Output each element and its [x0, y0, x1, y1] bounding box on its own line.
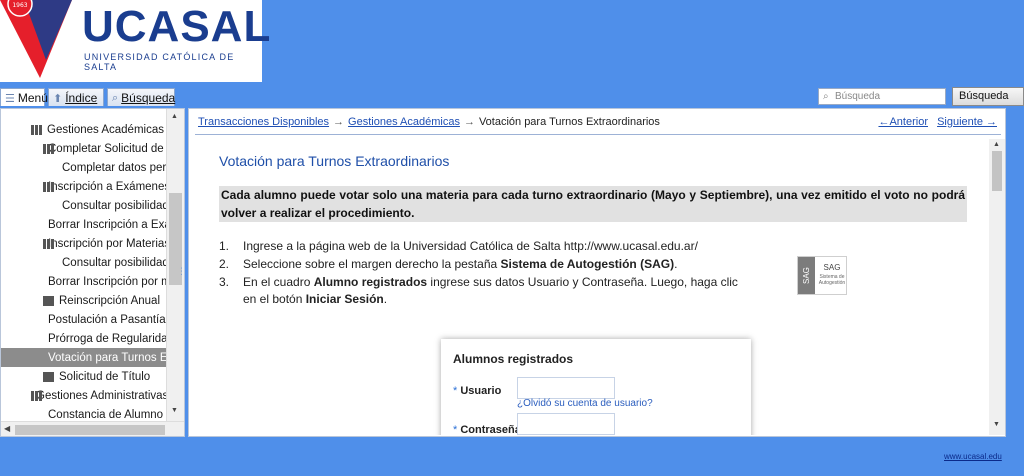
logo-name: UCASAL [82, 2, 272, 51]
sag-title: SAG [823, 263, 841, 272]
tree-item-label: Consultar posibilidade [62, 256, 176, 269]
tree-item[interactable]: Borrar Inscripción por ma [43, 272, 177, 291]
login-box-screenshot: Alumnos registrados * Usuario ¿Olvidó su… [441, 339, 751, 435]
tree-item-label: Consultar posibilidade [62, 199, 176, 212]
page-title: Votación para Turnos Extraordinarios [219, 153, 450, 169]
tree-item-label: Borrar Inscripción a Exár [48, 218, 175, 231]
tree-item-label: Gestiones Académicas [47, 123, 164, 136]
book-icon [43, 371, 54, 382]
tree-item[interactable]: Consultar posibilidade [57, 253, 175, 272]
book-icon [43, 295, 54, 306]
header: 1963 UCASAL UNIVERSIDAD CATÓLICA DE SALT… [0, 0, 1024, 86]
list-item: 2. Seleccione sobre el margen derecho la… [219, 257, 678, 271]
page-navigation: ←Anterior Siguiente → [872, 116, 997, 128]
logo-subtitle: UNIVERSIDAD CATÓLICA DE SALTA [84, 52, 235, 72]
tab-index[interactable]: ⬆ Índice [48, 88, 104, 106]
tree-item-label: Postulación a Pasantías [48, 313, 172, 326]
sag-subtitle: Sistema de Autogestión [818, 274, 846, 286]
scroll-down-icon[interactable]: ▼ [993, 421, 1000, 428]
tab-menu-label: Menú [17, 91, 48, 105]
login-title: Alumnos registrados [453, 352, 574, 366]
sag-logo: SAG SAG Sistema de Autogestión [797, 256, 847, 295]
list-item: 1. Ingrese a la página web de la Univers… [219, 239, 698, 253]
forgot-user-link[interactable]: ¿Olvidó su cuenta de usuario? [517, 398, 653, 409]
password-field[interactable] [517, 413, 615, 435]
tree-item[interactable]: Postulación a Pasantías [43, 310, 171, 329]
required-mark: * [453, 424, 458, 435]
breadcrumb-link-gestiones[interactable]: Gestiones Académicas [348, 116, 460, 128]
user-field[interactable] [517, 377, 615, 399]
menu-icon: ☰ [5, 92, 15, 105]
list-item: 3. En el cuadro Alumno registrados ingre… [219, 275, 738, 306]
tree-item[interactable]: Solicitud de Título [43, 367, 166, 386]
tree-item[interactable]: Consultar posibilidade [57, 196, 175, 215]
content-panel: Transacciones Disponibles → Gestiones Acad… [188, 108, 1006, 437]
divider [195, 134, 1001, 135]
tree-item[interactable]: Borrar Inscripción a Exár [43, 215, 175, 234]
books-icon [31, 124, 42, 135]
tab-menu[interactable]: ☰ Menú [0, 88, 48, 106]
tree-item-label: Constancia de Alumno R [48, 408, 175, 421]
tree-item-label: Reinscripción Anual [59, 294, 161, 307]
content-vertical-scrollbar[interactable]: ▲ ▼ [989, 139, 1005, 435]
breadcrumb-link-transacciones[interactable]: Transacciones Disponibles [198, 116, 329, 128]
tree-item-label: Solicitud de Título [59, 370, 151, 383]
notice-box: Cada alumno puede votar solo una materia… [219, 186, 967, 222]
user-label: * Usuario [453, 385, 502, 397]
next-link[interactable]: Siguiente → [937, 116, 997, 128]
navigation-tree: Gestiones Académicas Completar Solicitud … [0, 108, 185, 437]
ucasal-v-icon: 1963 [0, 0, 72, 78]
steps-list: 1. Ingrese a la página web de la Univers… [219, 238, 779, 309]
tree-item-label: Borrar Inscripción por ma [48, 275, 178, 288]
tree-item-label: Completar Solicitud de Ir [48, 142, 174, 155]
tree-vertical-scrollbar[interactable]: ▲ ▼ [166, 109, 184, 421]
breadcrumb-arrow-icon: → [333, 116, 345, 128]
logo[interactable]: 1963 UCASAL UNIVERSIDAD CATÓLICA DE SALT… [0, 0, 270, 82]
footer-link[interactable]: www.ucasal.edu [944, 452, 1002, 461]
sag-abbr: SAG [798, 257, 815, 294]
breadcrumb-current: Votación para Turnos Extraordinarios [478, 116, 660, 128]
splitter-handle[interactable]: ⋮ [177, 266, 186, 277]
previous-link[interactable]: ←Anterior [878, 116, 928, 128]
tree-item-label: Prórroga de Regularidad [48, 332, 174, 345]
tree-item[interactable]: Completar datos pers [57, 158, 172, 177]
scroll-up-icon[interactable]: ▲ [171, 113, 178, 120]
search-placeholder: Búsqueda [835, 91, 881, 102]
index-icon: ⬆ [53, 92, 63, 105]
tree-hscroll-thumb[interactable] [15, 425, 165, 435]
search-input[interactable]: ⌕ Búsqueda [818, 88, 946, 105]
article-content: Votación para Turnos Extraordinarios Cad… [195, 139, 989, 435]
tree-item[interactable]: Inscripción por Materias [43, 234, 170, 253]
tree-item-label: Completar datos pers [62, 161, 172, 174]
tree-item-label: Gestiones Administrativas [36, 389, 169, 402]
scroll-down-icon[interactable]: ▼ [171, 407, 178, 414]
content-scroll-thumb[interactable] [992, 151, 1002, 191]
tree-item-label: Inscripción a Exámenes [48, 180, 171, 193]
tree-item-label: Votación para Turnos Ex [48, 351, 174, 364]
tab-search-label: Búsqueda [121, 91, 176, 105]
logo-badge: 1963 [12, 2, 27, 9]
tree-item[interactable]: Votación para Turnos Ex [1, 348, 173, 367]
tab-search[interactable]: ⌕ Búsqueda [107, 88, 175, 106]
breadcrumb: Transacciones Disponibles → Gestiones Acad… [198, 116, 660, 128]
tree-item[interactable]: Prórroga de Regularidad [43, 329, 174, 348]
tree-item-label: Inscripción por Materias [48, 237, 171, 250]
tab-index-label: Índice [65, 91, 98, 105]
password-label: * Contraseña [453, 424, 521, 435]
search-icon: ⌕ [112, 91, 119, 104]
scroll-up-icon[interactable]: ▲ [993, 141, 1000, 148]
search-input-icon: ⌕ [823, 91, 829, 102]
tree-item[interactable]: Completar Solicitud de Ir [43, 139, 174, 158]
required-mark: * [453, 385, 458, 397]
scroll-left-icon[interactable]: ◀ [4, 424, 10, 433]
tree-item[interactable]: Reinscripción Anual [43, 291, 166, 310]
search-button[interactable]: Búsqueda [952, 87, 1024, 106]
tree-horizontal-scrollbar[interactable]: ◀ [1, 421, 184, 436]
tree-item[interactable]: Gestiones Académicas [31, 120, 166, 139]
tree-item[interactable]: Gestiones Administrativas [31, 386, 169, 405]
tree-item[interactable]: Inscripción a Exámenes [43, 177, 170, 196]
breadcrumb-arrow-icon: → [463, 116, 475, 128]
